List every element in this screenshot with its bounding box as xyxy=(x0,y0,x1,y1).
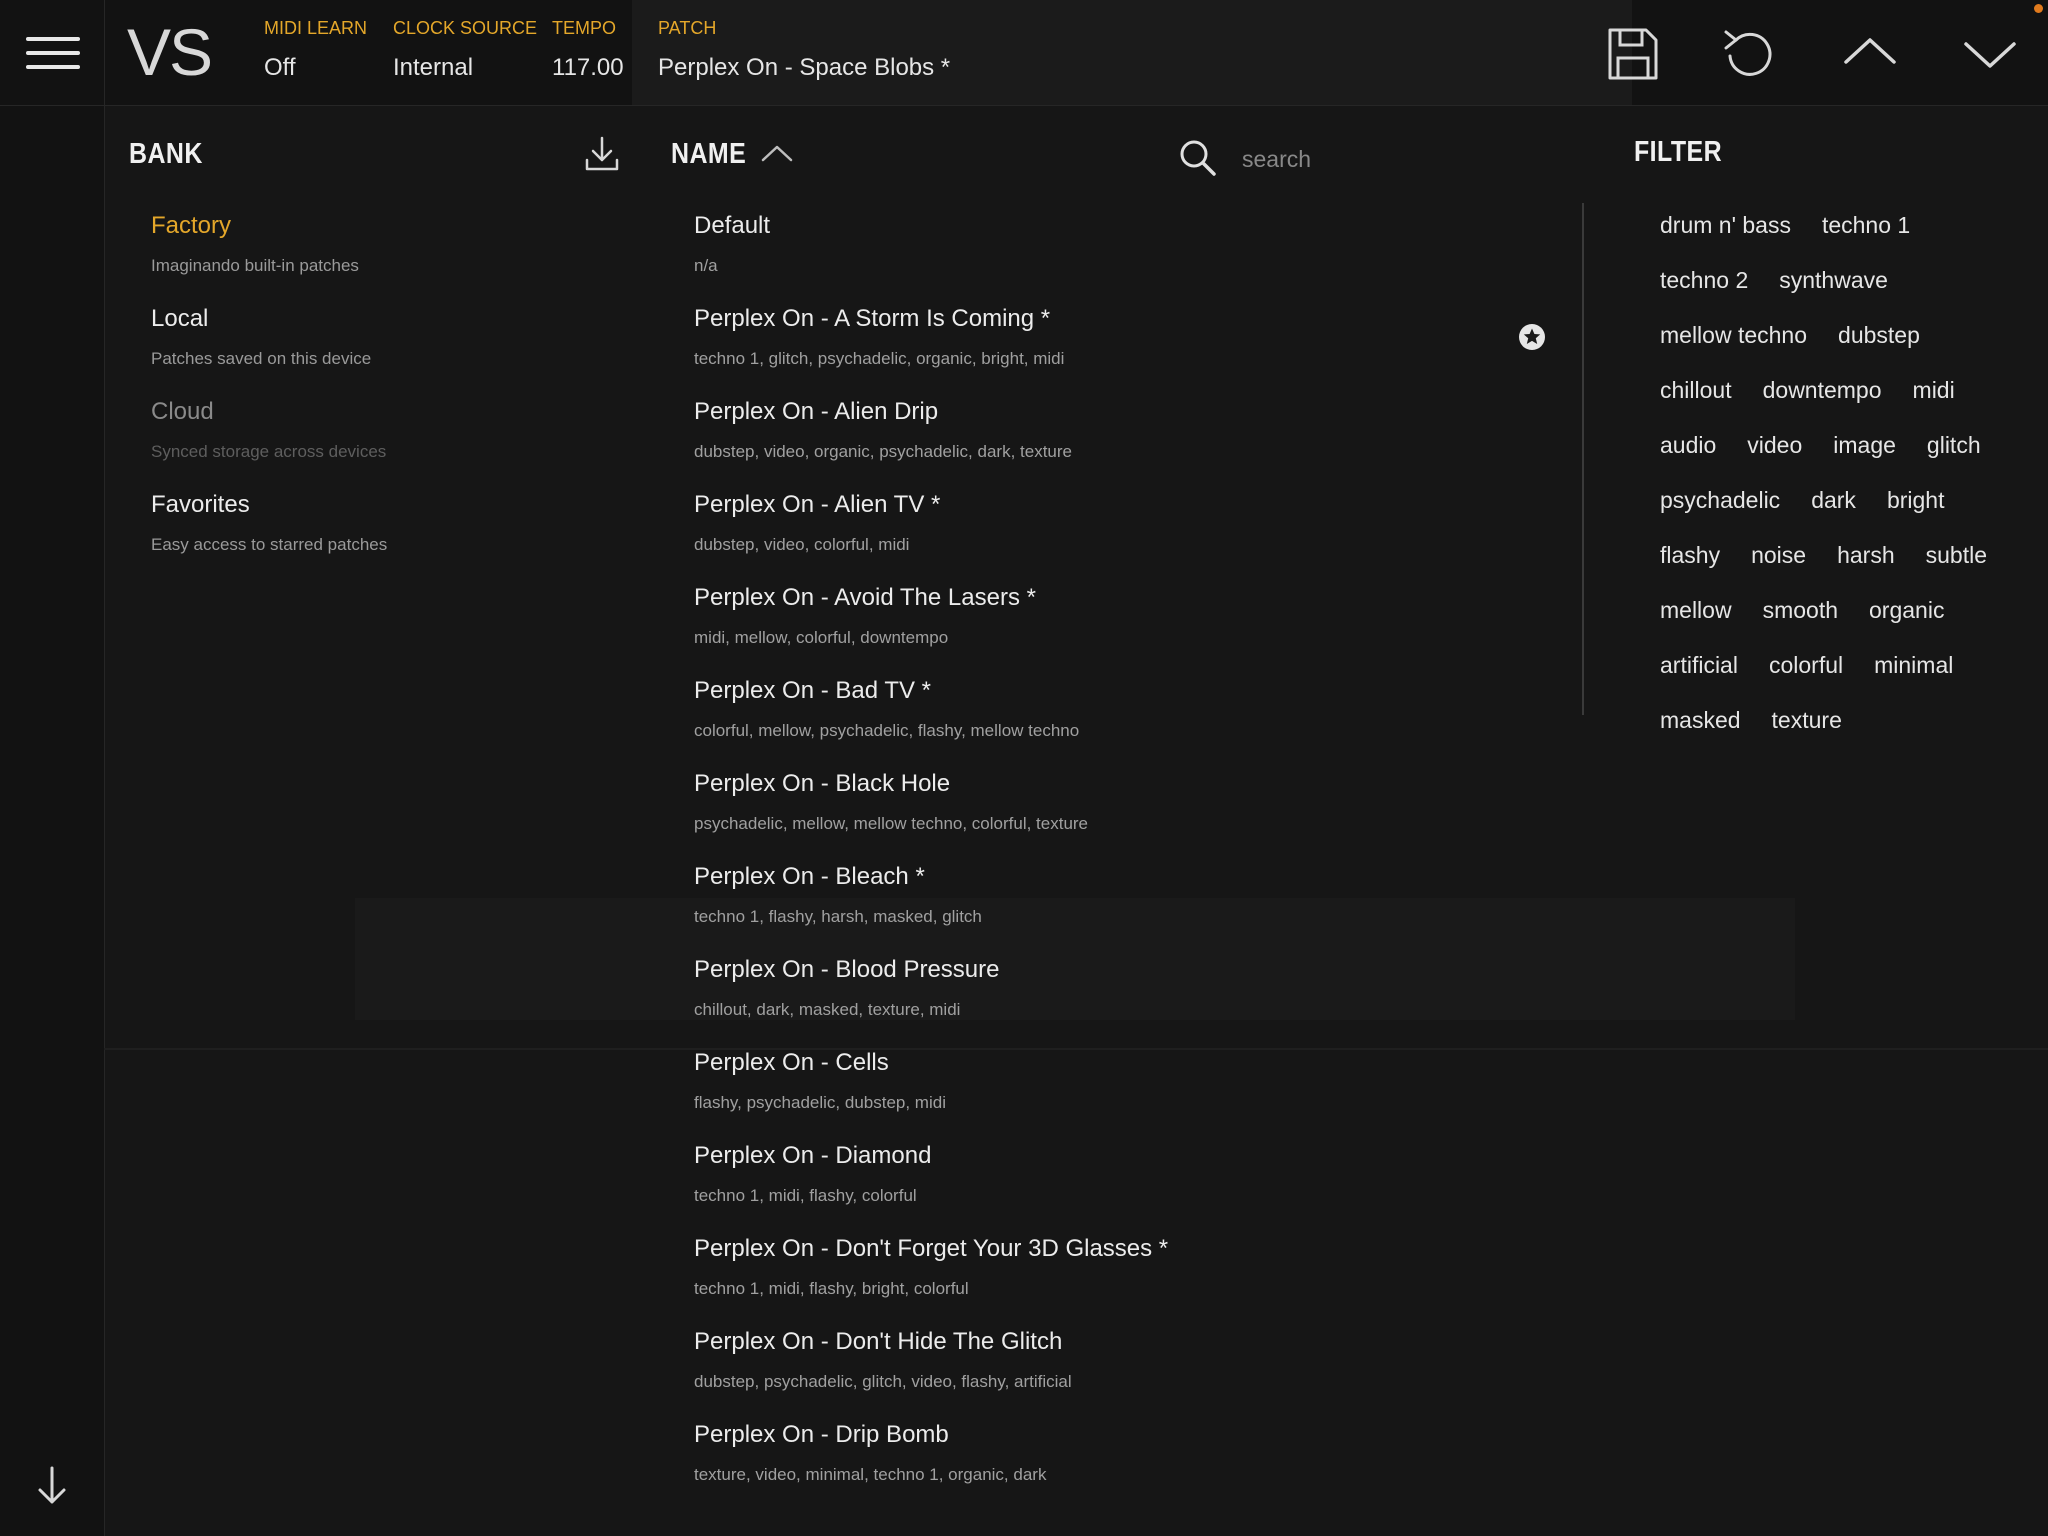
search-icon[interactable] xyxy=(1178,138,1218,178)
filter-tag[interactable]: texture xyxy=(1772,707,1842,734)
filter-tag[interactable]: organic xyxy=(1869,597,1944,624)
patch-name[interactable]: Perplex On - Avoid The Lasers * xyxy=(694,584,1036,612)
bank-item-local[interactable]: Local xyxy=(151,305,208,333)
patch-name[interactable]: Perplex On - Bad TV * xyxy=(694,677,931,705)
filter-tag[interactable]: minimal xyxy=(1874,652,1953,679)
filter-tag[interactable]: techno 2 xyxy=(1660,267,1748,294)
background-toolbar xyxy=(355,898,1795,1020)
status-dot xyxy=(2034,4,2043,13)
clock-source-label: CLOCK SOURCE xyxy=(393,18,538,38)
save-icon[interactable] xyxy=(1600,22,1664,86)
bank-item-desc: Patches saved on this device xyxy=(151,349,372,368)
patch-name[interactable]: Perplex On - Drip Bomb xyxy=(694,1421,949,1449)
download-icon[interactable] xyxy=(582,134,622,174)
filter-tag[interactable]: mellow xyxy=(1660,597,1732,624)
filter-tag[interactable]: noise xyxy=(1751,542,1806,569)
patch-name[interactable]: Perplex On - Don't Forget Your 3D Glasse… xyxy=(694,1235,1168,1263)
app-logo: VS xyxy=(127,15,213,89)
filter-tag[interactable]: mellow techno xyxy=(1660,322,1807,349)
hamburger-icon xyxy=(26,51,80,55)
filter-tag[interactable]: subtle xyxy=(1926,542,1987,569)
filter-tag[interactable]: psychadelic xyxy=(1660,487,1780,514)
filter-tag[interactable]: image xyxy=(1833,432,1896,459)
patch-name[interactable]: Perplex On - Don't Hide The Glitch xyxy=(694,1328,1062,1356)
patch-tags: texture, video, minimal, techno 1, organ… xyxy=(694,1465,1047,1484)
filter-tag[interactable]: glitch xyxy=(1927,432,1981,459)
patch-tags: chillout, dark, masked, texture, midi xyxy=(694,1000,961,1019)
filter-tag[interactable]: dark xyxy=(1811,487,1856,514)
patch-tags: psychadelic, mellow, mellow techno, colo… xyxy=(694,814,1089,833)
bank-item-desc: Synced storage across devices xyxy=(151,442,387,461)
patch-tags: techno 1, midi, flashy, colorful xyxy=(694,1186,917,1205)
filter-tag[interactable]: audio xyxy=(1660,432,1716,459)
filter-tag[interactable]: artificial xyxy=(1660,652,1738,679)
patch-tags: dubstep, video, organic, psychadelic, da… xyxy=(694,442,1072,461)
hamburger-icon xyxy=(26,37,80,41)
patch-tags: techno 1, flashy, harsh, masked, glitch xyxy=(694,907,982,926)
arrow-down-icon[interactable] xyxy=(32,1462,72,1510)
filter-tag[interactable]: smooth xyxy=(1763,597,1838,624)
background-divider xyxy=(104,1048,2048,1050)
patch-tags: techno 1, midi, flashy, bright, colorful xyxy=(694,1279,969,1298)
patch-value[interactable]: Perplex On - Space Blobs * xyxy=(658,54,950,82)
menu-button[interactable] xyxy=(0,0,105,105)
bank-item-factory[interactable]: Factory xyxy=(151,212,231,240)
filter-tag[interactable]: colorful xyxy=(1769,652,1843,679)
tempo-value[interactable]: 117.00 xyxy=(552,54,624,82)
patch-name[interactable]: Perplex On - Bleach * xyxy=(694,863,925,891)
patch-name[interactable]: Perplex On - A Storm Is Coming * xyxy=(694,305,1050,333)
filter-tag[interactable]: midi xyxy=(1913,377,1955,404)
filter-tag[interactable]: flashy xyxy=(1660,542,1720,569)
bank-header: BANK xyxy=(129,138,203,170)
bank-item-favorites[interactable]: Favorites xyxy=(151,491,250,519)
favorite-star-icon[interactable] xyxy=(1518,323,1546,351)
patch-tags: dubstep, video, colorful, midi xyxy=(694,535,910,554)
sort-ascending-icon[interactable] xyxy=(760,142,794,164)
name-column-header[interactable]: NAME xyxy=(671,138,746,171)
bank-item-desc: Easy access to starred patches xyxy=(151,535,388,554)
list-scrollbar[interactable] xyxy=(1582,203,1584,715)
filter-tag[interactable]: chillout xyxy=(1660,377,1732,404)
patch-field-bg[interactable] xyxy=(632,0,1632,105)
patch-tags: midi, mellow, colorful, downtempo xyxy=(694,628,949,647)
patch-tags: flashy, psychadelic, dubstep, midi xyxy=(694,1093,946,1112)
patch-name[interactable]: Perplex On - Cells xyxy=(694,1049,889,1077)
chevron-down-icon[interactable] xyxy=(1958,22,2022,86)
patch-tags: colorful, mellow, psychadelic, flashy, m… xyxy=(694,721,1080,740)
revert-icon[interactable] xyxy=(1718,22,1782,86)
filter-tag[interactable]: masked xyxy=(1660,707,1741,734)
top-bar: VS MIDI LEARN Off CLOCK SOURCE Internal … xyxy=(0,0,2048,106)
tempo-label: TEMPO xyxy=(552,18,617,38)
filter-tag[interactable]: dubstep xyxy=(1838,322,1920,349)
hamburger-icon xyxy=(26,65,80,69)
midi-learn-label: MIDI LEARN xyxy=(264,18,368,38)
patch-name[interactable]: Perplex On - Alien Drip xyxy=(694,398,938,426)
filter-tag[interactable]: drum n' bass xyxy=(1660,212,1791,239)
patch-tags: dubstep, psychadelic, glitch, video, fla… xyxy=(694,1372,1072,1391)
midi-learn-value[interactable]: Off xyxy=(264,54,296,82)
patch-label: PATCH xyxy=(658,18,717,38)
patch-tags: n/a xyxy=(694,256,718,275)
filter-tag[interactable]: techno 1 xyxy=(1822,212,1910,239)
patch-name[interactable]: Perplex On - Alien TV * xyxy=(694,491,940,519)
patch-name[interactable]: Perplex On - Blood Pressure xyxy=(694,956,999,984)
search-input[interactable] xyxy=(1240,140,1544,178)
filter-tag[interactable]: harsh xyxy=(1837,542,1895,569)
filter-header: FILTER xyxy=(1634,136,1723,168)
filter-tag[interactable]: downtempo xyxy=(1763,377,1882,404)
filter-tag[interactable]: bright xyxy=(1887,487,1945,514)
filter-tag[interactable]: video xyxy=(1747,432,1802,459)
patch-name[interactable]: Default xyxy=(694,212,770,240)
filter-tag[interactable]: synthwave xyxy=(1779,267,1888,294)
chevron-up-icon[interactable] xyxy=(1838,22,1902,86)
clock-source-value[interactable]: Internal xyxy=(393,54,473,82)
bank-item-desc: Imaginando built-in patches xyxy=(151,256,359,275)
left-rail xyxy=(0,106,105,1536)
patch-name[interactable]: Perplex On - Diamond xyxy=(694,1142,931,1170)
bank-item-cloud: Cloud xyxy=(151,398,214,425)
patch-tags: techno 1, glitch, psychadelic, organic, … xyxy=(694,349,1065,368)
patch-name[interactable]: Perplex On - Black Hole xyxy=(694,770,950,798)
